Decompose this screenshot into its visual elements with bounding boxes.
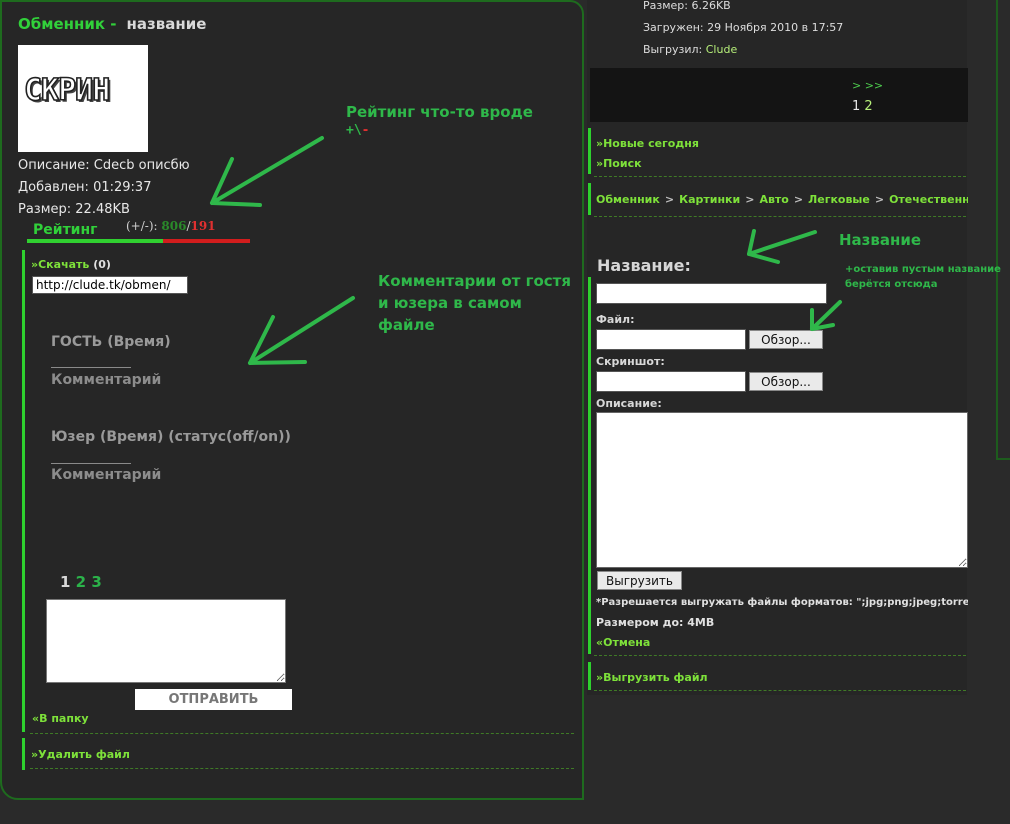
panel-border (998, 458, 1010, 460)
upload-button[interactable]: Выгрузить (597, 571, 682, 590)
upload-name-heading: Название: (597, 256, 691, 275)
file-description: Описание: Cdecb описбю (18, 158, 190, 173)
description-textarea[interactable] (596, 412, 968, 568)
breadcrumb-separator: > (793, 193, 804, 206)
breadcrumb-item[interactable]: Легковые (808, 193, 870, 206)
comment-guest-header: ГОСТЬ (Время) (51, 334, 171, 350)
app-title: Обменник - (18, 15, 117, 33)
download-link[interactable]: »Скачать (0) (31, 258, 111, 271)
file-pagination: 1 2 (852, 99, 873, 114)
rating-values: (+/-): 806/191 (126, 219, 216, 233)
description-label: Описание: (596, 397, 662, 410)
breadcrumb-separator: > (664, 193, 675, 206)
rating-negative[interactable]: 191 (191, 219, 216, 233)
delete-file-link[interactable]: »Удалить файл (31, 748, 130, 761)
page-link-2[interactable]: 2 (864, 99, 872, 114)
divider (30, 733, 574, 734)
page-current: 1 (60, 573, 71, 591)
search-link[interactable]: »Поиск (596, 157, 642, 170)
screenshot-browse-button[interactable]: Обзор... (749, 372, 823, 391)
pagination-next-arrows[interactable]: > >> (852, 79, 883, 92)
right-file-size: Размер: 6.26KB (643, 0, 731, 12)
download-label[interactable]: »Скачать (31, 258, 89, 271)
size-limit-note: Размером до: 4MB (596, 616, 715, 629)
page-current: 1 (852, 99, 861, 114)
uploader-label: Выгрузил: (643, 43, 703, 56)
pagination-box (590, 68, 968, 122)
screenshot-placeholder-text: СКРИН (23, 72, 111, 109)
breadcrumb-separator: > (874, 193, 885, 206)
file-size: Размер: 22.48KB (18, 202, 130, 217)
allowed-formats-note: *Разрешается выгружать файлы форматов: "… (596, 597, 968, 608)
comment-divider (51, 367, 131, 368)
right-upload-date: Загружен: 29 Ноября 2010 в 17:57 (643, 21, 844, 34)
breadcrumb-item[interactable]: Картинки (679, 193, 740, 206)
file-label: Файл: (596, 313, 635, 326)
annotation-comments: Комментарии от гостя и юзера в самом фай… (378, 272, 572, 334)
page-link-2[interactable]: 2 (76, 573, 86, 591)
quick-links-section (588, 128, 969, 174)
comment-textarea[interactable] (46, 599, 286, 683)
annotation-minus: - (361, 123, 370, 138)
comment-guest-body: Комментарий (51, 372, 162, 388)
panel-border (996, 0, 998, 460)
comments-pagination: 1 2 3 (60, 573, 102, 591)
breadcrumb-item[interactable]: Отечественное авто (889, 193, 968, 206)
right-uploader: Выгрузил: Clude (643, 43, 737, 56)
new-today-link[interactable]: »Новые сегодня (596, 137, 699, 150)
file-path-input[interactable] (596, 329, 746, 350)
back-to-folder-link[interactable]: «В папку (32, 712, 89, 725)
comment-user-header: Юзер (Время) (статус(off/on)) (51, 429, 291, 445)
divider (594, 176, 966, 177)
download-url-field[interactable] (32, 276, 188, 294)
comment-divider (51, 463, 131, 464)
breadcrumb-separator: > (745, 193, 755, 206)
page-link-3[interactable]: 3 (91, 573, 101, 591)
file-browse-button[interactable]: Обзор... (749, 330, 823, 349)
send-comment-button[interactable]: ОТПРАВИТЬ (135, 689, 292, 710)
uploader-name-link[interactable]: Clude (706, 43, 737, 56)
annotation-blank-name: +оставив пустым название берётся отсюда (845, 264, 1001, 290)
file-added-time: Добавлен: 01:29:37 (18, 180, 152, 195)
download-count: (0) (93, 258, 111, 271)
breadcrumb-item[interactable]: Обменник (596, 193, 660, 206)
rating-negative-bar (163, 239, 250, 243)
breadcrumb: Обменник > Картинки > Авто > Легковые > Отечеств… (596, 193, 968, 206)
divider (594, 216, 966, 217)
rating-positive[interactable]: 806 (161, 219, 186, 233)
annotation-plus: +\ (346, 123, 362, 138)
rating-prefix: (+/-): (126, 219, 158, 233)
item-name: название (126, 15, 207, 33)
rating-label: Рейтинг (33, 222, 98, 238)
divider (30, 768, 574, 769)
screenshot-path-input[interactable] (596, 371, 746, 392)
screenshot-thumbnail[interactable]: СКРИН (18, 45, 148, 152)
upload-file-link[interactable]: »Выгрузить файл (596, 671, 708, 684)
screenshot-label: Скриншот: (596, 355, 665, 368)
upload-name-input[interactable] (596, 283, 827, 304)
divider (594, 690, 966, 691)
page-title: Обменник - название (18, 15, 206, 33)
divider (594, 655, 966, 656)
cancel-link[interactable]: «Отмена (596, 636, 650, 649)
comment-user-body: Комментарий (51, 467, 162, 483)
annotation-rating: Рейтинг что-то вроде (346, 103, 533, 121)
annotation-name: Название (839, 231, 922, 249)
annotation-rating-signs: +\- (346, 123, 369, 138)
breadcrumb-item[interactable]: Авто (759, 193, 788, 206)
rating-positive-bar (27, 239, 163, 243)
